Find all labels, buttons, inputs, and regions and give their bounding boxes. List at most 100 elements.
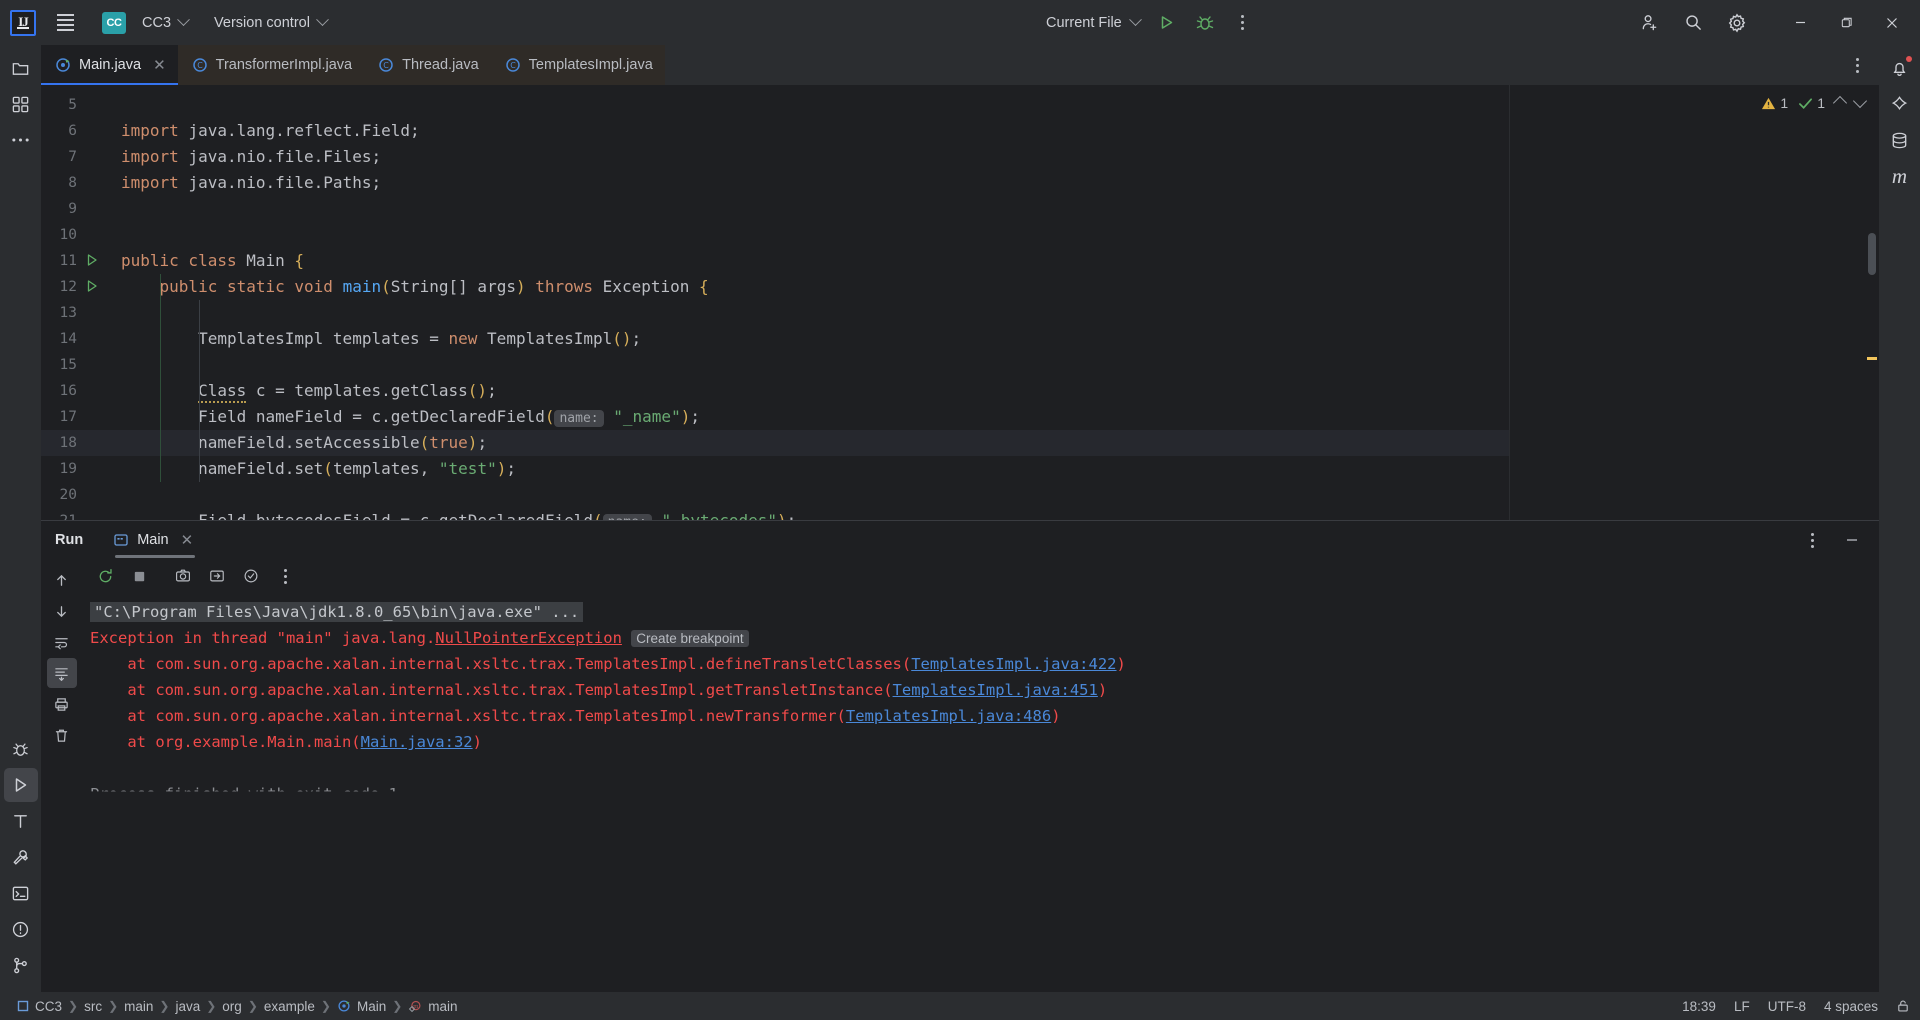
sidebar-item-version-control[interactable]: [4, 948, 38, 982]
add-user-icon[interactable]: [1632, 7, 1666, 39]
export-icon[interactable]: [202, 562, 232, 590]
indent-indicator[interactable]: 4 spaces: [1824, 999, 1878, 1014]
editor-scrollbar-thumb[interactable]: [1868, 233, 1876, 275]
sidebar-item-refactor[interactable]: [4, 804, 38, 838]
intellij-window: IJ CC CC3 Version control Current File M…: [0, 0, 1920, 1020]
sidebar-item-more[interactable]: [4, 123, 38, 157]
console-exception-line[interactable]: Exception in thread "main" java.lang.Nul…: [90, 625, 749, 652]
breadcrumb-separator: ❯: [320, 999, 331, 1013]
minimize-icon[interactable]: [1778, 3, 1822, 43]
source-link[interactable]: TemplatesImpl.java:422: [911, 655, 1116, 673]
encoding-indicator[interactable]: UTF-8: [1768, 999, 1806, 1014]
more-dots-icon: [1805, 527, 1820, 554]
run-icon[interactable]: [1150, 7, 1184, 39]
run-configuration-selector[interactable]: Current File: [1040, 11, 1146, 35]
scroll-down-button[interactable]: [47, 596, 77, 626]
breadcrumb-cc3[interactable]: CC3: [12, 999, 67, 1014]
search-icon[interactable]: [1676, 7, 1710, 39]
close-icon[interactable]: ✕: [181, 531, 194, 549]
debug-icon[interactable]: [1188, 7, 1222, 39]
source-link[interactable]: TemplatesImpl.java:451: [893, 681, 1098, 699]
camera-icon[interactable]: [168, 562, 198, 590]
gear-icon[interactable]: [1720, 7, 1754, 39]
console-more-icon[interactable]: [270, 562, 300, 590]
tab-label: TemplatesImpl.java: [528, 57, 653, 73]
console-stack-frame[interactable]: at org.example.Main.main(Main.java:32): [90, 729, 482, 755]
chevron-down-icon: [1128, 13, 1142, 27]
run-tab-main[interactable]: Main ✕: [111, 531, 199, 558]
previous-problem-icon[interactable]: [1832, 95, 1848, 111]
console-stack-frame[interactable]: at com.sun.org.apache.xalan.internal.xsl…: [90, 703, 1060, 729]
sidebar-item-run[interactable]: [3, 768, 38, 802]
print-button[interactable]: [47, 689, 77, 719]
check-count[interactable]: 1: [1798, 95, 1825, 111]
tab-transformerimpl-java[interactable]: C TransformerImpl.java: [177, 45, 365, 85]
code-token: java.lang.reflect.Field;: [188, 121, 420, 140]
clear-all-button[interactable]: [47, 720, 77, 750]
breadcrumb-main-method[interactable]: m main: [403, 999, 462, 1014]
soft-wrap-button[interactable]: [47, 627, 77, 657]
run-gutter-icon[interactable]: [85, 279, 101, 295]
inspection-results[interactable]: 1 1: [1510, 85, 1879, 111]
sidebar-item-terminal[interactable]: [4, 876, 38, 910]
tab-main-java[interactable]: Main.java ✕: [41, 45, 178, 85]
next-problem-icon[interactable]: [1852, 93, 1868, 109]
close-icon[interactable]: [1870, 3, 1914, 43]
close-icon[interactable]: ✕: [153, 56, 166, 74]
editor-tab-options[interactable]: [1850, 45, 1879, 85]
tab-templatesimpl-java[interactable]: C TemplatesImpl.java: [490, 45, 665, 85]
run-tab-label: Main: [137, 532, 169, 548]
project-selector[interactable]: CC CC3: [96, 8, 194, 38]
editor-gutter[interactable]: 5 6 7 8 9 10 11 12 13 14 15 16 17 18 19 20 21: [41, 85, 121, 520]
console-stack-frame[interactable]: at com.sun.org.apache.xalan.internal.xsl…: [90, 677, 1107, 703]
breadcrumb-java[interactable]: java: [170, 999, 205, 1014]
sidebar-item-build[interactable]: [4, 840, 38, 874]
tab-thread-java[interactable]: C Thread.java: [364, 45, 491, 85]
console-output[interactable]: "C:\Program Files\Java\jdk1.8.0_65\bin\j…: [82, 593, 1879, 992]
console-command-line[interactable]: "C:\Program Files\Java\jdk1.8.0_65\bin\j…: [90, 599, 584, 625]
line-column-indicator[interactable]: 18:39: [1682, 999, 1716, 1014]
source-link[interactable]: TemplatesImpl.java:486: [846, 707, 1051, 725]
run-options-icon[interactable]: [1795, 524, 1829, 556]
sidebar-item-bookmarks[interactable]: [4, 732, 38, 766]
ai-assistant-icon[interactable]: [1883, 87, 1917, 121]
breadcrumb-main-class[interactable]: Main: [332, 999, 391, 1014]
console-stack-frame[interactable]: at com.sun.org.apache.xalan.internal.xsl…: [90, 651, 1126, 677]
frame-text: ): [1097, 681, 1108, 699]
maven-m-icon[interactable]: m: [1883, 159, 1917, 193]
minimize-icon[interactable]: [1835, 524, 1869, 556]
breadcrumb-example[interactable]: example: [259, 999, 320, 1014]
console-exit-line[interactable]: Process finished with exit code 1: [90, 781, 398, 791]
hamburger-menu-icon[interactable]: [50, 8, 80, 38]
sidebar-item-structure[interactable]: [4, 87, 38, 121]
exception-link[interactable]: NullPointerException: [435, 629, 622, 647]
attach-icon[interactable]: [236, 562, 266, 590]
error-stripe-mark[interactable]: [1867, 357, 1877, 360]
scroll-to-end-button[interactable]: [46, 658, 77, 688]
stop-button[interactable]: [124, 562, 154, 590]
create-breakpoint-button[interactable]: Create breakpoint: [631, 630, 749, 647]
sidebar-item-problems[interactable]: [4, 912, 38, 946]
tab-label: TransformerImpl.java: [215, 57, 353, 73]
database-icon[interactable]: [1883, 123, 1917, 157]
source-link[interactable]: Main.java:32: [361, 733, 473, 751]
code-token: (: [323, 459, 333, 478]
version-control-selector[interactable]: Version control: [208, 11, 333, 35]
code-token: ): [680, 407, 691, 426]
sidebar-item-project[interactable]: [4, 51, 38, 85]
maximize-icon[interactable]: [1824, 3, 1868, 43]
breadcrumb-org[interactable]: org: [217, 999, 247, 1014]
code-token: TemplatesImpl: [487, 329, 613, 348]
breadcrumb-src[interactable]: src: [79, 999, 107, 1014]
code-editor[interactable]: 56789101112131415161718192021 import jav…: [41, 85, 1879, 520]
more-vertical-icon[interactable]: [1226, 7, 1260, 39]
rerun-button[interactable]: [90, 562, 120, 590]
code-token: (: [593, 511, 603, 520]
notifications-icon[interactable]: [1883, 51, 1917, 85]
line-separator-indicator[interactable]: LF: [1734, 999, 1750, 1014]
lock-icon[interactable]: [1896, 999, 1910, 1013]
breadcrumb-main-dir[interactable]: main: [119, 999, 158, 1014]
warning-count[interactable]: 1: [1761, 95, 1788, 111]
scroll-up-button[interactable]: [47, 565, 77, 595]
run-gutter-icon[interactable]: [85, 253, 101, 269]
